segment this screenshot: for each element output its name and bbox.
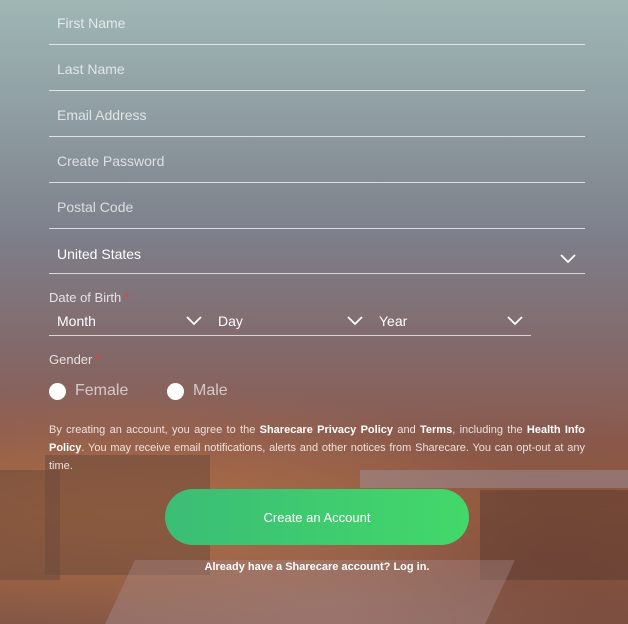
dob-month-select[interactable]: Month [49, 306, 210, 336]
chevron-down-icon [186, 316, 202, 326]
email-input[interactable] [57, 104, 557, 126]
gender-male-radio[interactable]: Male [167, 382, 228, 400]
login-prompt: Already have a Sharecare account? Log in… [0, 561, 628, 573]
gender-female-label: Female [75, 382, 129, 399]
radio-circle[interactable] [49, 382, 66, 400]
terms-prefix: By creating an account, you agree to the [49, 424, 260, 436]
login-link[interactable]: Log in. [393, 561, 429, 573]
postal-code-field [49, 184, 585, 229]
terms-link[interactable]: Terms [420, 424, 452, 436]
first-name-field [49, 0, 585, 45]
dob-day-label: Day [218, 313, 243, 329]
gender-female-radio[interactable]: Female [49, 382, 128, 400]
dob-day-select[interactable]: Day [210, 306, 371, 336]
country-select[interactable]: United States [49, 229, 585, 274]
create-account-button[interactable]: Create an Account [165, 489, 469, 545]
last-name-field [49, 46, 585, 91]
chevron-down-icon [347, 316, 363, 326]
email-field [49, 92, 585, 137]
dob-label: Date of Birth * [49, 290, 129, 305]
required-mark: * [124, 290, 130, 305]
password-field [49, 138, 585, 183]
gender-label: Gender * [49, 352, 100, 367]
terms-and: and [393, 424, 420, 436]
first-name-input[interactable] [57, 12, 557, 34]
dob-label-text: Date of Birth [49, 290, 122, 305]
privacy-policy-link[interactable]: Sharecare Privacy Policy [260, 424, 393, 436]
postal-code-input[interactable] [57, 196, 557, 218]
required-mark: * [95, 352, 101, 367]
chevron-down-icon [507, 316, 523, 326]
dob-month-label: Month [57, 313, 96, 329]
terms-suffix: . You may receive email notifications, a… [49, 442, 585, 472]
gender-male-label: Male [193, 382, 228, 399]
country-selected-value: United States [57, 246, 142, 262]
terms-text: By creating an account, you agree to the… [49, 421, 585, 475]
last-name-input[interactable] [57, 58, 557, 80]
radio-circle[interactable] [167, 382, 184, 400]
chevron-down-icon [560, 254, 576, 264]
gender-label-text: Gender [49, 352, 93, 367]
password-input[interactable] [57, 150, 557, 172]
dob-year-label: Year [379, 313, 408, 329]
terms-including: , including the [452, 424, 527, 436]
dob-year-select[interactable]: Year [371, 306, 531, 336]
login-prompt-text: Already have a Sharecare account? [204, 561, 394, 573]
